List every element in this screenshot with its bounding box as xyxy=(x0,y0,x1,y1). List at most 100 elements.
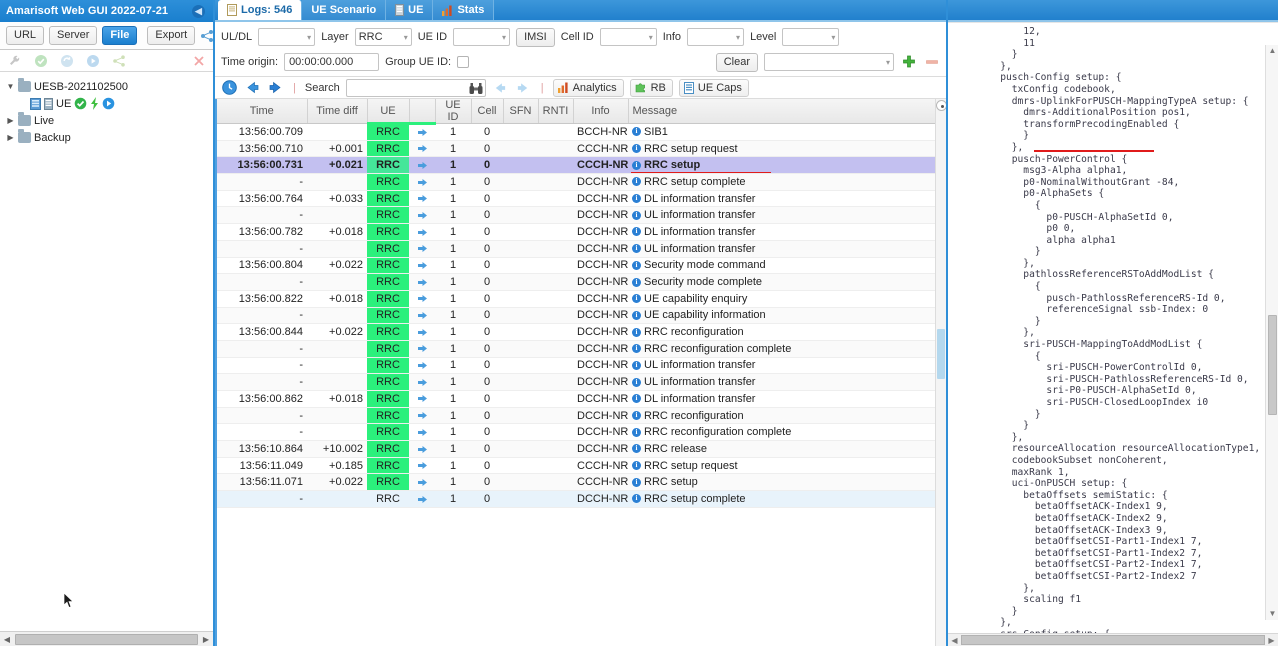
arrow-left-blue-icon[interactable] xyxy=(244,79,261,96)
file-button[interactable]: File xyxy=(102,26,138,45)
check-green-icon[interactable] xyxy=(74,97,87,110)
scroll-thumb[interactable] xyxy=(937,329,945,379)
tab-ue-scenario[interactable]: UE Scenario xyxy=(302,0,387,20)
search-input[interactable] xyxy=(345,78,486,97)
plus-green-icon[interactable] xyxy=(900,54,917,71)
table-row[interactable]: 13:56:00.709 RRC 1 0 BCCH-NR i SIB1 xyxy=(217,123,946,141)
col-ue[interactable]: UE xyxy=(367,99,410,125)
scroll-thumb[interactable] xyxy=(1268,315,1277,415)
col-direction[interactable] xyxy=(409,99,436,125)
table-row[interactable]: - RRC 1 0 DCCH-NR i UL information transfer xyxy=(217,373,946,391)
col-rnti[interactable]: RNTI xyxy=(538,99,574,124)
tab-stats[interactable]: Stats xyxy=(433,0,495,20)
chevron-down-icon[interactable]: ▼ xyxy=(6,82,15,91)
col-time-diff[interactable]: Time diff xyxy=(307,99,368,124)
wrench-icon[interactable] xyxy=(6,52,23,69)
code-vertical-scrollbar[interactable]: ▲ ▼ xyxy=(1265,45,1278,620)
search-next-icon[interactable] xyxy=(515,79,532,96)
server-button[interactable]: Server xyxy=(49,26,98,45)
message-detail-view[interactable]: 12, 11 } }, pusch-Config setup: { txConf… xyxy=(948,22,1278,633)
table-row[interactable]: 13:56:00.731 +0.021 RRC 1 0 CCCH-NR i RRC setup xyxy=(217,156,946,175)
scroll-left-arrow-icon[interactable]: ◀ xyxy=(0,635,14,644)
scroll-left-arrow-icon[interactable]: ◀ xyxy=(948,636,961,645)
table-row[interactable]: - RRC 1 0 DCCH-NR i UL information transfer xyxy=(217,206,946,225)
table-row[interactable]: 13:56:00.862 +0.018 RRC 1 0 DCCH-NR i DL inform… xyxy=(217,390,946,408)
info-select[interactable] xyxy=(687,28,745,46)
search-prev-icon[interactable] xyxy=(492,79,509,96)
scroll-thumb[interactable] xyxy=(15,633,198,645)
check-circle-icon[interactable] xyxy=(32,52,49,69)
col-info[interactable]: Info xyxy=(573,99,629,124)
table-row[interactable]: - RRC 1 0 DCCH-NR i RRC setup complete xyxy=(217,490,946,508)
chevron-right-icon[interactable]: ▶ xyxy=(6,116,15,125)
code-horizontal-scrollbar[interactable]: ◀ ▶ xyxy=(948,633,1278,646)
time-origin-input[interactable]: 00:00:00.000 xyxy=(284,53,380,71)
group-ueid-checkbox[interactable] xyxy=(457,56,470,68)
left-panel-horizontal-scrollbar[interactable]: ◀ ▶ xyxy=(0,631,213,646)
col-cell[interactable]: Cell xyxy=(471,99,504,124)
col-ue-id[interactable]: UE ID xyxy=(435,99,472,124)
play-blue-icon[interactable] xyxy=(102,97,115,110)
close-x-icon[interactable] xyxy=(190,52,207,69)
log-vertical-scrollbar[interactable] xyxy=(935,99,946,646)
imsi-button[interactable]: IMSI xyxy=(516,27,555,47)
cell-message: i UL information transfer xyxy=(628,357,946,375)
col-time[interactable]: Time xyxy=(217,99,308,124)
table-row[interactable]: 13:56:11.071 +0.022 RRC 1 0 CCCH-NR i RRC setup xyxy=(217,473,946,492)
table-row[interactable]: 13:56:00.804 +0.022 RRC 1 0 DCCH-NR i Security … xyxy=(217,257,946,275)
table-row[interactable]: - RRC 1 0 DCCH-NR i RRC reconfiguration comple… xyxy=(217,423,946,442)
table-row[interactable]: - RRC 1 0 DCCH-NR i RRC reconfiguration comple… xyxy=(217,340,946,358)
binoculars-icon[interactable] xyxy=(469,82,483,95)
lightning-icon[interactable] xyxy=(90,97,99,110)
ueid-select[interactable] xyxy=(453,28,511,46)
analytics-button[interactable]: Analytics xyxy=(552,78,624,97)
table-row[interactable]: - RRC 1 0 DCCH-NR i RRC reconfiguration xyxy=(217,407,946,425)
url-button[interactable]: URL xyxy=(6,26,45,45)
share-nodes-icon[interactable] xyxy=(110,52,127,69)
table-row[interactable]: 13:56:10.864 +10.002 RRC 1 0 DCCH-NR i RRC rele… xyxy=(217,440,946,458)
minus-red-icon[interactable] xyxy=(923,54,940,71)
table-row[interactable]: - RRC 1 0 DCCH-NR i RRC setup complete xyxy=(217,173,946,191)
col-message[interactable]: Message xyxy=(628,99,946,124)
export-button[interactable]: Export xyxy=(147,26,196,45)
clock-icon[interactable] xyxy=(221,79,238,96)
chevron-right-icon[interactable]: ▶ xyxy=(6,133,15,142)
preset-select[interactable] xyxy=(764,53,894,71)
share-nodes-icon[interactable] xyxy=(200,27,214,44)
tree-item-ue[interactable]: UE xyxy=(4,95,213,112)
play-circle-icon[interactable] xyxy=(84,52,101,69)
chevron-left-icon[interactable]: ◀ xyxy=(192,4,205,18)
table-row[interactable]: 13:56:11.049 +0.185 RRC 1 0 CCCH-NR i RRC setup… xyxy=(217,457,946,475)
tab-logs[interactable]: Logs: 546 xyxy=(218,0,303,20)
scroll-lock-knob[interactable] xyxy=(936,100,946,111)
table-row[interactable]: - RRC 1 0 DCCH-NR i UL information transfer xyxy=(217,240,946,258)
rb-button[interactable]: RB xyxy=(629,78,673,97)
tree-item-backup[interactable]: ▶ Backup xyxy=(4,129,213,146)
search-input-field[interactable] xyxy=(346,79,485,96)
scroll-thumb[interactable] xyxy=(961,635,1265,645)
table-row[interactable]: - RRC 1 0 DCCH-NR i Security mode complete xyxy=(217,273,946,291)
table-row[interactable]: 13:56:00.710 +0.001 RRC 1 0 CCCH-NR i RRC setup… xyxy=(217,140,946,158)
refresh-icon[interactable] xyxy=(58,52,75,69)
tree-item-live[interactable]: ▶ Live xyxy=(4,112,213,129)
scroll-right-arrow-icon[interactable]: ▶ xyxy=(199,635,213,644)
col-sfn[interactable]: SFN xyxy=(503,99,539,124)
clear-button[interactable]: Clear xyxy=(715,52,758,72)
table-row[interactable]: 13:56:00.764 +0.033 RRC 1 0 DCCH-NR i DL inform… xyxy=(217,190,946,208)
table-row[interactable]: 13:56:00.844 +0.022 RRC 1 0 DCCH-NR i RRC recon… xyxy=(217,323,946,341)
level-select[interactable] xyxy=(782,28,840,46)
tab-ue[interactable]: UE xyxy=(386,0,434,20)
cellid-select[interactable] xyxy=(599,28,657,46)
table-row[interactable]: - RRC 1 0 DCCH-NR i UE capability information xyxy=(217,307,946,325)
arrow-right-blue-icon[interactable] xyxy=(267,79,284,96)
scroll-right-arrow-icon[interactable]: ▶ xyxy=(1265,636,1278,645)
scroll-up-arrow-icon[interactable]: ▲ xyxy=(1266,45,1278,57)
table-row[interactable]: 13:56:00.822 +0.018 RRC 1 0 DCCH-NR i UE capabi… xyxy=(217,290,946,308)
uecaps-button[interactable]: UE Caps xyxy=(678,78,749,97)
scroll-down-arrow-icon[interactable]: ▼ xyxy=(1266,608,1278,620)
layer-select[interactable]: RRC xyxy=(354,28,412,46)
tree-item-root[interactable]: ▼ UESB-2021102500 xyxy=(4,78,213,95)
table-row[interactable]: 13:56:00.782 +0.018 RRC 1 0 DCCH-NR i DL inform… xyxy=(217,223,946,241)
table-row[interactable]: - RRC 1 0 DCCH-NR i UL information transfer xyxy=(217,357,946,375)
uldl-select[interactable] xyxy=(258,28,316,46)
